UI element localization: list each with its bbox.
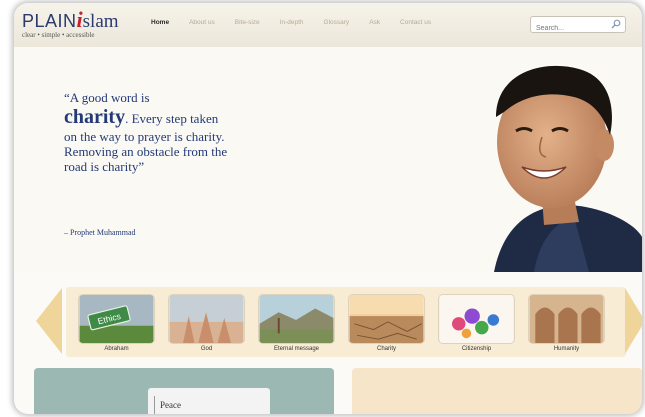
lower-left-panel: Peace [34, 368, 334, 414]
main-nav: Home About us Bite-size In-depth Glossar… [151, 19, 451, 26]
card-image-humanity[interactable] [528, 294, 605, 344]
nav-in-depth[interactable]: In-depth [280, 19, 304, 26]
card-image-abraham[interactable]: Ethics [78, 294, 155, 344]
quote-highlight: charity [64, 106, 126, 128]
peace-box[interactable]: Peace [148, 388, 270, 414]
lower-right-panel [352, 368, 642, 414]
hero-quote: “A good word is charity. Every step take… [64, 90, 229, 174]
site-header: PLAINislam clear • simple • accessible H… [14, 3, 642, 47]
card-label-eternal-message: Eternal message [273, 346, 320, 352]
carousel-next-arrow[interactable] [625, 288, 642, 354]
card-label-citizenship: Citizenship [461, 346, 492, 352]
search-box [530, 16, 626, 36]
topic-card-humanity[interactable]: Humanity [528, 294, 605, 356]
search-icon[interactable] [611, 19, 621, 29]
hero-banner: “A good word is charity. Every step take… [14, 47, 642, 272]
browser-frame: PLAINislam clear • simple • accessible H… [14, 3, 642, 414]
nav-glossary[interactable]: Glossary [324, 19, 350, 26]
nav-contact-us[interactable]: Contact us [400, 19, 431, 26]
carousel-prev-arrow[interactable] [36, 288, 62, 354]
card-label-humanity: Humanity [553, 346, 580, 352]
carousel-cards: Ethics Abraham God Eternal message Chari… [78, 294, 618, 356]
card-image-god[interactable] [168, 294, 245, 344]
nav-bite-size[interactable]: Bite-size [235, 19, 260, 26]
topic-card-god[interactable]: God [168, 294, 245, 356]
nav-about-us[interactable]: About us [189, 19, 215, 26]
site-logo[interactable]: PLAINislam clear • simple • accessible [22, 7, 119, 39]
card-image-citizenship[interactable] [438, 294, 515, 344]
quote-attribution: – Prophet Muhammad [64, 228, 136, 237]
topic-card-abraham[interactable]: Ethics Abraham [78, 294, 155, 356]
topic-card-citizenship[interactable]: Citizenship [438, 294, 515, 356]
topic-card-eternal-message[interactable]: Eternal message [258, 294, 335, 356]
card-label-abraham: Abraham [104, 346, 129, 352]
divider [154, 396, 155, 414]
nav-home[interactable]: Home [151, 19, 169, 26]
logo-islam: slam [82, 11, 119, 32]
topic-card-charity[interactable]: Charity [348, 294, 425, 356]
card-label-god: God [200, 346, 213, 352]
card-image-charity[interactable] [348, 294, 425, 344]
card-image-eternal-message[interactable] [258, 294, 335, 344]
quote-opening: “A good word is [64, 90, 150, 105]
logo-brand: PLAIN [22, 11, 77, 31]
card-label-charity: Charity [376, 346, 396, 352]
nav-ask[interactable]: Ask [369, 19, 380, 26]
peace-label: Peace [160, 400, 181, 410]
search-input[interactable] [531, 21, 609, 36]
topic-carousel: Ethics Abraham God Eternal message Chari… [14, 282, 642, 360]
hero-photo [424, 47, 642, 272]
